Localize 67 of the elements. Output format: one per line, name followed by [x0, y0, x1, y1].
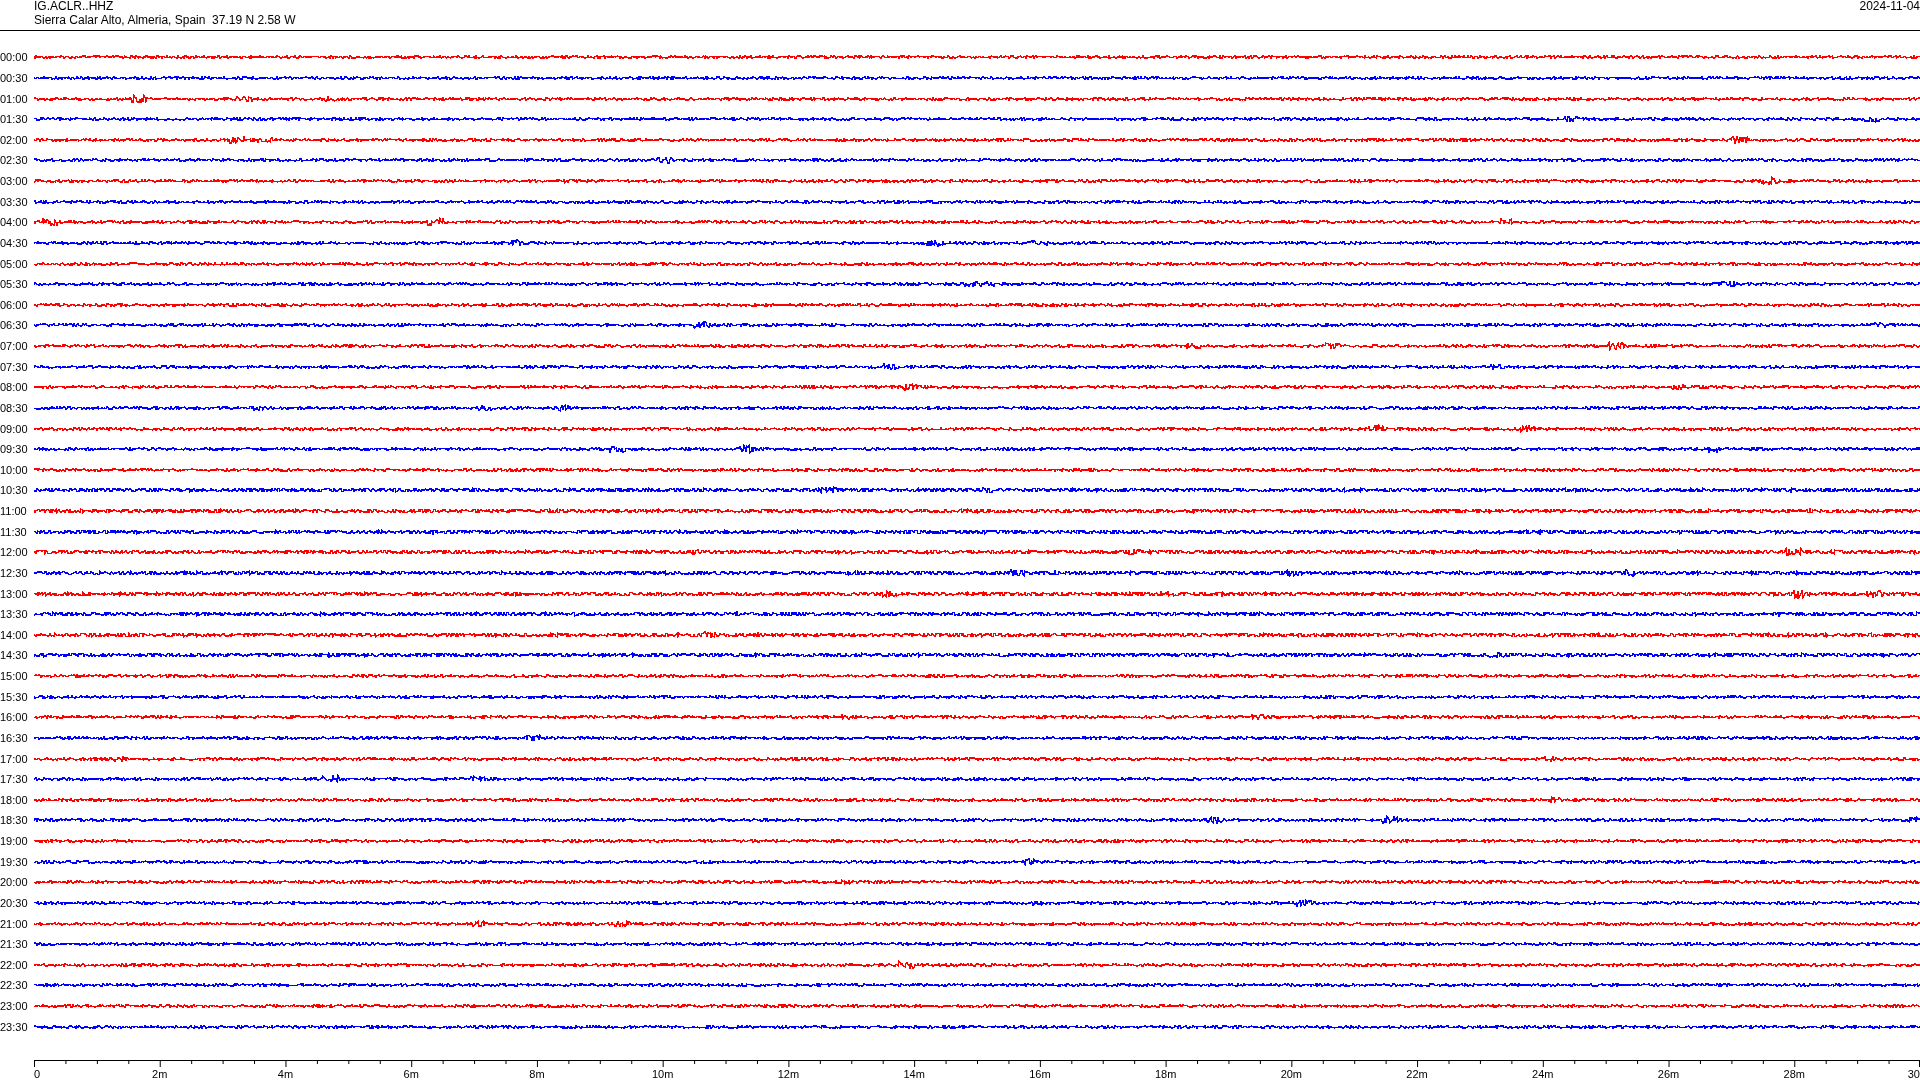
time-label: 11:00 [0, 505, 28, 518]
time-label: 02:00 [0, 133, 29, 146]
axis-tick-label: 16m [1029, 1068, 1051, 1080]
time-label: 06:30 [0, 319, 29, 332]
axis-tick-label: 12m [777, 1068, 800, 1080]
time-label: 15:00 [0, 670, 29, 683]
time-label: 16:30 [0, 731, 29, 744]
time-label: 00:30 [0, 71, 29, 84]
time-label: 17:30 [0, 773, 29, 786]
time-label: 07:30 [0, 360, 29, 373]
time-label: 14:30 [0, 649, 29, 662]
time-label: 09:00 [0, 422, 29, 435]
time-label: 23:00 [0, 1000, 29, 1013]
time-label: 21:30 [0, 938, 29, 951]
axis-tick-label: 22m [1406, 1068, 1428, 1080]
station-location: Sierra Calar Alto, Almeria, Spain 37.19 N 2.58 W [34, 14, 296, 27]
time-label: 06:00 [0, 298, 29, 311]
time-label: 15:30 [0, 690, 29, 703]
time-label: 10:00 [0, 463, 29, 476]
axis-tick-label: 20m [1280, 1068, 1303, 1080]
axis-tick-label: 24m [1532, 1068, 1554, 1080]
axis-tick-label: 4m [277, 1068, 294, 1080]
station-code: IG.ACLR..HHZ [34, 0, 114, 13]
time-label: 19:00 [0, 835, 29, 848]
time-label: 04:00 [0, 216, 29, 229]
time-label: 01:00 [0, 92, 29, 105]
time-label: 18:30 [0, 814, 29, 827]
time-label: 19:30 [0, 855, 29, 868]
time-label: 00:00 [0, 51, 29, 64]
time-label: 04:30 [0, 236, 29, 249]
time-label: 20:30 [0, 896, 29, 909]
axis-tick-label: 10m [651, 1068, 674, 1080]
axis-tick-label: 28m [1783, 1068, 1805, 1080]
time-label: 17:00 [0, 752, 29, 765]
axis-tick-label: 30 [1907, 1068, 1920, 1080]
axis-tick-label: 8m [529, 1068, 545, 1080]
time-label: 08:00 [0, 381, 29, 394]
time-label: 02:30 [0, 154, 29, 167]
axis-tick-label: 26m [1657, 1068, 1680, 1080]
axis-tick-label: 6m [403, 1068, 419, 1080]
axis-tick-label: 0 [34, 1068, 41, 1080]
time-label: 05:30 [0, 278, 29, 291]
axis-tick-label: 14m [903, 1068, 925, 1080]
time-label: 11:30 [0, 525, 28, 538]
time-label: 08:30 [0, 401, 29, 414]
axis-tick-label: 2m [152, 1068, 168, 1080]
time-label: 23:30 [0, 1020, 29, 1033]
time-label: 14:00 [0, 628, 29, 641]
time-label: 12:00 [0, 546, 29, 559]
time-label: 13:00 [0, 587, 29, 600]
time-label: 12:30 [0, 566, 29, 579]
time-label: 21:00 [0, 917, 29, 930]
time-label: 05:00 [0, 257, 29, 270]
time-label: 22:30 [0, 979, 29, 992]
plot-date: 2024-11-04 [1859, 0, 1920, 13]
time-label: 16:00 [0, 711, 29, 724]
time-label: 09:30 [0, 443, 29, 456]
time-label: 07:00 [0, 340, 29, 353]
time-label: 03:00 [0, 175, 29, 188]
time-label: 01:30 [0, 113, 29, 126]
time-label: 18:00 [0, 793, 29, 806]
time-label: 22:00 [0, 958, 29, 971]
time-label: 20:00 [0, 876, 29, 889]
time-label: 03:30 [0, 195, 29, 208]
time-label: 10:30 [0, 484, 29, 497]
axis-tick-label: 18m [1154, 1068, 1177, 1080]
time-label: 13:30 [0, 608, 29, 621]
